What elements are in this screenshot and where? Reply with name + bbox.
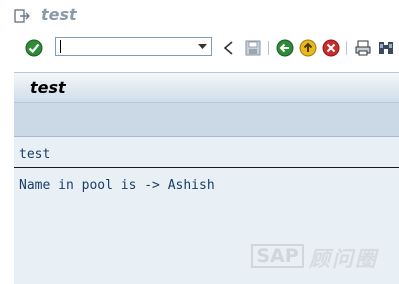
screen-area: test test Name in pool is -> Ashish SAP … [14, 72, 399, 284]
standard-toolbar [0, 32, 399, 64]
collapse-arrow-icon[interactable] [220, 39, 238, 57]
find-icon[interactable] [377, 39, 395, 57]
screen-header: test [14, 72, 399, 102]
watermark-brand: SAP [251, 244, 304, 268]
list-title: test [19, 147, 51, 162]
list-divider [14, 167, 399, 168]
window-title: test [41, 5, 77, 24]
command-field[interactable] [55, 37, 212, 56]
watermark-text: 顾问圈 [309, 247, 378, 271]
cancel-icon[interactable] [322, 39, 340, 57]
application-toolbar [14, 102, 399, 137]
print-icon[interactable] [354, 39, 372, 57]
save-icon[interactable] [244, 39, 262, 57]
enter-check-icon[interactable] [25, 39, 43, 57]
list-output-line: Name in pool is -> Ashish [19, 178, 215, 193]
title-bar: test [0, 0, 399, 32]
exit-menu-icon[interactable] [14, 9, 30, 23]
screen-title: test [30, 78, 66, 97]
chevron-down-icon[interactable] [195, 39, 210, 54]
exit-icon[interactable] [299, 39, 317, 57]
toolbar-separator [268, 41, 269, 55]
sap-watermark: SAP 顾问圈 [251, 242, 399, 271]
toolbar-separator [346, 41, 347, 55]
command-input[interactable] [58, 39, 190, 54]
back-icon[interactable] [276, 39, 294, 57]
